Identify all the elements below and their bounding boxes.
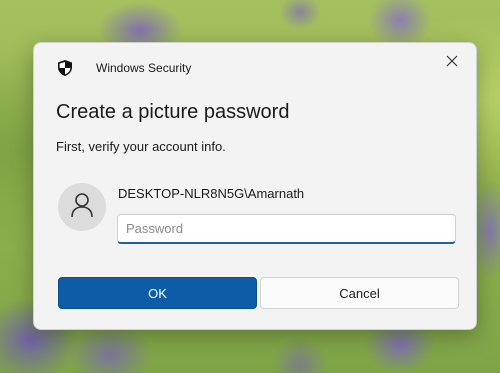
account-name: DESKTOP-NLR8N5G\Amarnath — [118, 186, 305, 201]
close-icon — [446, 54, 458, 72]
dialog-heading: Create a picture password — [56, 101, 290, 123]
cancel-button[interactable]: Cancel — [260, 277, 459, 309]
dialog-subtext: First, verify your account info. — [56, 139, 226, 154]
windows-security-dialog: Windows Security Create a picture passwo… — [33, 42, 477, 330]
close-button[interactable] — [436, 49, 468, 77]
password-field[interactable] — [117, 214, 456, 244]
user-icon — [70, 192, 94, 223]
dialog-app-title: Windows Security — [96, 61, 192, 75]
shield-icon — [56, 59, 74, 77]
avatar — [58, 183, 106, 231]
ok-button[interactable]: OK — [58, 277, 257, 309]
